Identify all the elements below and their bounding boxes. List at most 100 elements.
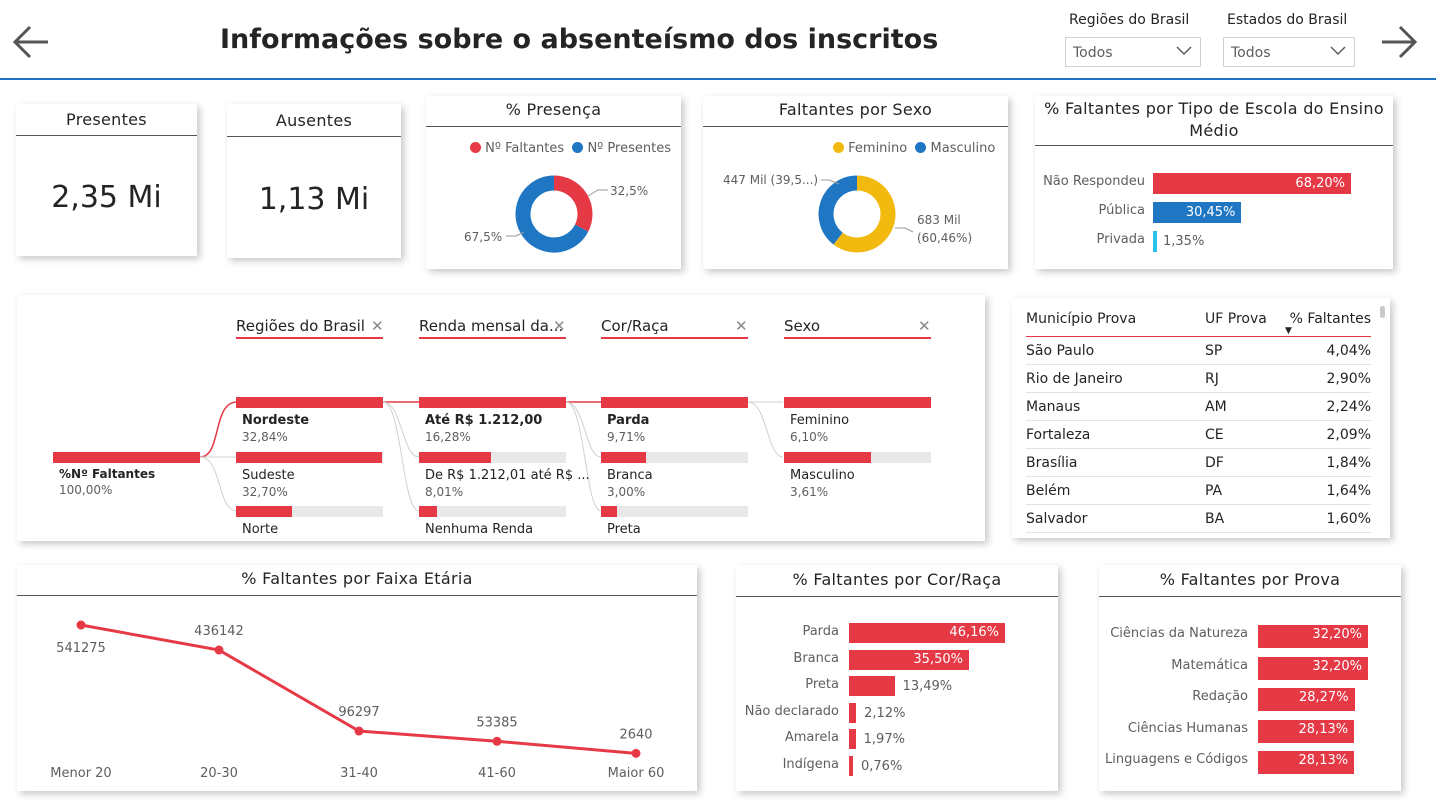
decomp-header-underline — [601, 337, 748, 339]
escola-bar[interactable] — [1153, 231, 1157, 252]
bar-category-label: Ciências Humanas — [1127, 720, 1248, 736]
bar[interactable] — [849, 702, 857, 723]
col-municipio[interactable]: Município Prova — [1026, 302, 1205, 337]
decomp-node-fill — [419, 452, 492, 463]
kpi-presentes-value: 2,35 Mi — [51, 180, 162, 215]
kpi-presentes-label: Presentes — [66, 110, 147, 129]
decomp-node-name: Branca — [607, 468, 653, 483]
decomp-header-underline — [236, 337, 383, 339]
bar[interactable] — [849, 729, 856, 749]
decomp-root-pct: 100,00% — [59, 483, 113, 497]
bar-data-label: 28,13% — [1298, 721, 1349, 737]
municipio-cell: São Paulo — [1026, 336, 1205, 365]
decomp-node-bar[interactable] — [601, 397, 748, 408]
bar[interactable] — [849, 676, 895, 696]
decomp-root-bar[interactable] — [53, 452, 200, 463]
bar-data-label: 28,27% — [1298, 690, 1349, 705]
decomp-node-fill — [419, 397, 566, 408]
table-row[interactable]: Brasília DF 1,84% — [1026, 448, 1371, 477]
uf-cell: BA — [1205, 504, 1281, 533]
municipio-cell: Fortaleza — [1026, 420, 1205, 449]
decomp-root-name: %Nº Faltantes — [59, 467, 156, 481]
line-data-label: 53385 — [476, 715, 517, 730]
faltantes-cell: 1,84% — [1281, 448, 1371, 477]
prova-card: % Faltantes por Prova Ciências da Nature… — [1099, 565, 1401, 791]
col-uf[interactable]: UF Prova — [1205, 302, 1281, 337]
decomp-node-pct: 3,00% — [607, 485, 646, 499]
uf-cell: RJ — [1205, 364, 1281, 393]
decomp-node-bar[interactable] — [601, 452, 748, 463]
chevron-down-icon — [1176, 46, 1192, 56]
table-row[interactable]: Manaus AM 2,24% — [1026, 392, 1371, 421]
close-icon[interactable]: ✕ — [553, 317, 566, 335]
col-faltantes[interactable]: % Faltantes ▼ — [1281, 302, 1371, 337]
close-icon[interactable]: ✕ — [735, 317, 748, 335]
decomp-header-underline — [419, 337, 566, 339]
faltantes-cell: 2,24% — [1281, 392, 1371, 421]
faltantes-cell: 1,60% — [1281, 504, 1371, 533]
decomp-header-renda[interactable]: Renda mensal da... — [419, 317, 563, 335]
decomp-node-name: De R$ 1.212,01 até R$ ... — [425, 468, 590, 483]
decomp-node-bar[interactable] — [236, 452, 383, 463]
decomp-node-bar[interactable] — [784, 397, 931, 408]
decomp-node-bar[interactable] — [419, 506, 566, 517]
donut-slice-faltantes[interactable] — [553, 175, 593, 232]
decomp-node-bar[interactable] — [784, 452, 931, 463]
decomp-node-name: Parda — [607, 413, 650, 428]
divider — [1035, 145, 1393, 146]
decomp-header-regioes[interactable]: Regiões do Brasil — [236, 317, 365, 335]
filter-regioes-dropdown[interactable]: Todos — [1065, 37, 1201, 67]
decomp-node-bar[interactable] — [236, 397, 383, 408]
decomp-header-sexo[interactable]: Sexo — [784, 317, 820, 335]
decomp-node-bar[interactable] — [419, 452, 566, 463]
line-point[interactable] — [492, 736, 502, 746]
decomp-header-cor[interactable]: Cor/Raça — [601, 317, 669, 335]
escola-card: % Faltantes por Tipo de Escola do Ensino… — [1035, 96, 1393, 269]
decomp-node-name: Nenhuma Renda — [425, 522, 534, 537]
x-tick-label: 41-60 — [478, 766, 516, 781]
bar-category-label: Amarela — [784, 730, 839, 745]
line-point[interactable] — [354, 726, 364, 736]
kpi-ausentes-label: Ausentes — [275, 111, 353, 130]
table-row[interactable]: Rio de Janeiro RJ 2,90% — [1026, 364, 1371, 393]
decomp-node-pct: 16,28% — [425, 430, 471, 444]
kpi-ausentes-value: 1,13 Mi — [258, 182, 370, 217]
divider — [1099, 596, 1401, 597]
decomp-node-bar[interactable] — [419, 397, 566, 408]
back-arrow-icon[interactable] — [10, 22, 52, 62]
line-data-label: 436142 — [194, 624, 244, 639]
uf-cell: AM — [1205, 392, 1281, 421]
table-row[interactable]: Salvador BA 1,60% — [1026, 504, 1371, 533]
faltantes-cell: 4,04% — [1281, 336, 1371, 365]
uf-cell: SP — [1205, 336, 1281, 365]
filter-regioes-value: Todos — [1073, 45, 1113, 61]
close-icon[interactable]: ✕ — [918, 317, 931, 335]
decomp-node-name: Norte — [242, 522, 279, 537]
decomp-node-bar[interactable] — [601, 506, 748, 517]
bar-category-label: Indígena — [782, 756, 839, 772]
kpi-ausentes-card: Ausentes 1,13 Mi — [227, 104, 401, 258]
bar-data-label: 32,20% — [1312, 658, 1362, 674]
bar[interactable] — [849, 755, 853, 776]
decomp-node-name: Feminino — [790, 413, 850, 428]
forward-arrow-icon[interactable] — [1378, 22, 1420, 62]
close-icon[interactable]: ✕ — [371, 317, 384, 335]
x-tick-label: 31-40 — [340, 766, 378, 781]
decomp-node-fill — [601, 397, 748, 408]
line-point[interactable] — [631, 748, 641, 758]
table-row[interactable]: Belém PA 1,64% — [1026, 476, 1371, 505]
escola-bar-label: Não Respondeu — [1043, 174, 1145, 189]
table-row[interactable]: Fortaleza CE 2,09% — [1026, 420, 1371, 449]
decomp-node-fill — [236, 506, 292, 517]
decomp-node-bar[interactable] — [236, 506, 383, 517]
line-point[interactable] — [76, 620, 86, 630]
table-scrollbar[interactable] — [1380, 306, 1385, 318]
line-point[interactable] — [214, 645, 224, 655]
filter-estados-dropdown[interactable]: Todos — [1223, 37, 1355, 67]
decomp-node-fill — [784, 397, 931, 408]
donut-slice-masculino[interactable] — [818, 175, 858, 245]
table-row[interactable]: São Paulo SP 4,04% — [1026, 336, 1371, 365]
line-data-label: 2640 — [619, 727, 652, 742]
chevron-down-icon — [1330, 46, 1346, 56]
filter-estados-value: Todos — [1231, 45, 1271, 61]
